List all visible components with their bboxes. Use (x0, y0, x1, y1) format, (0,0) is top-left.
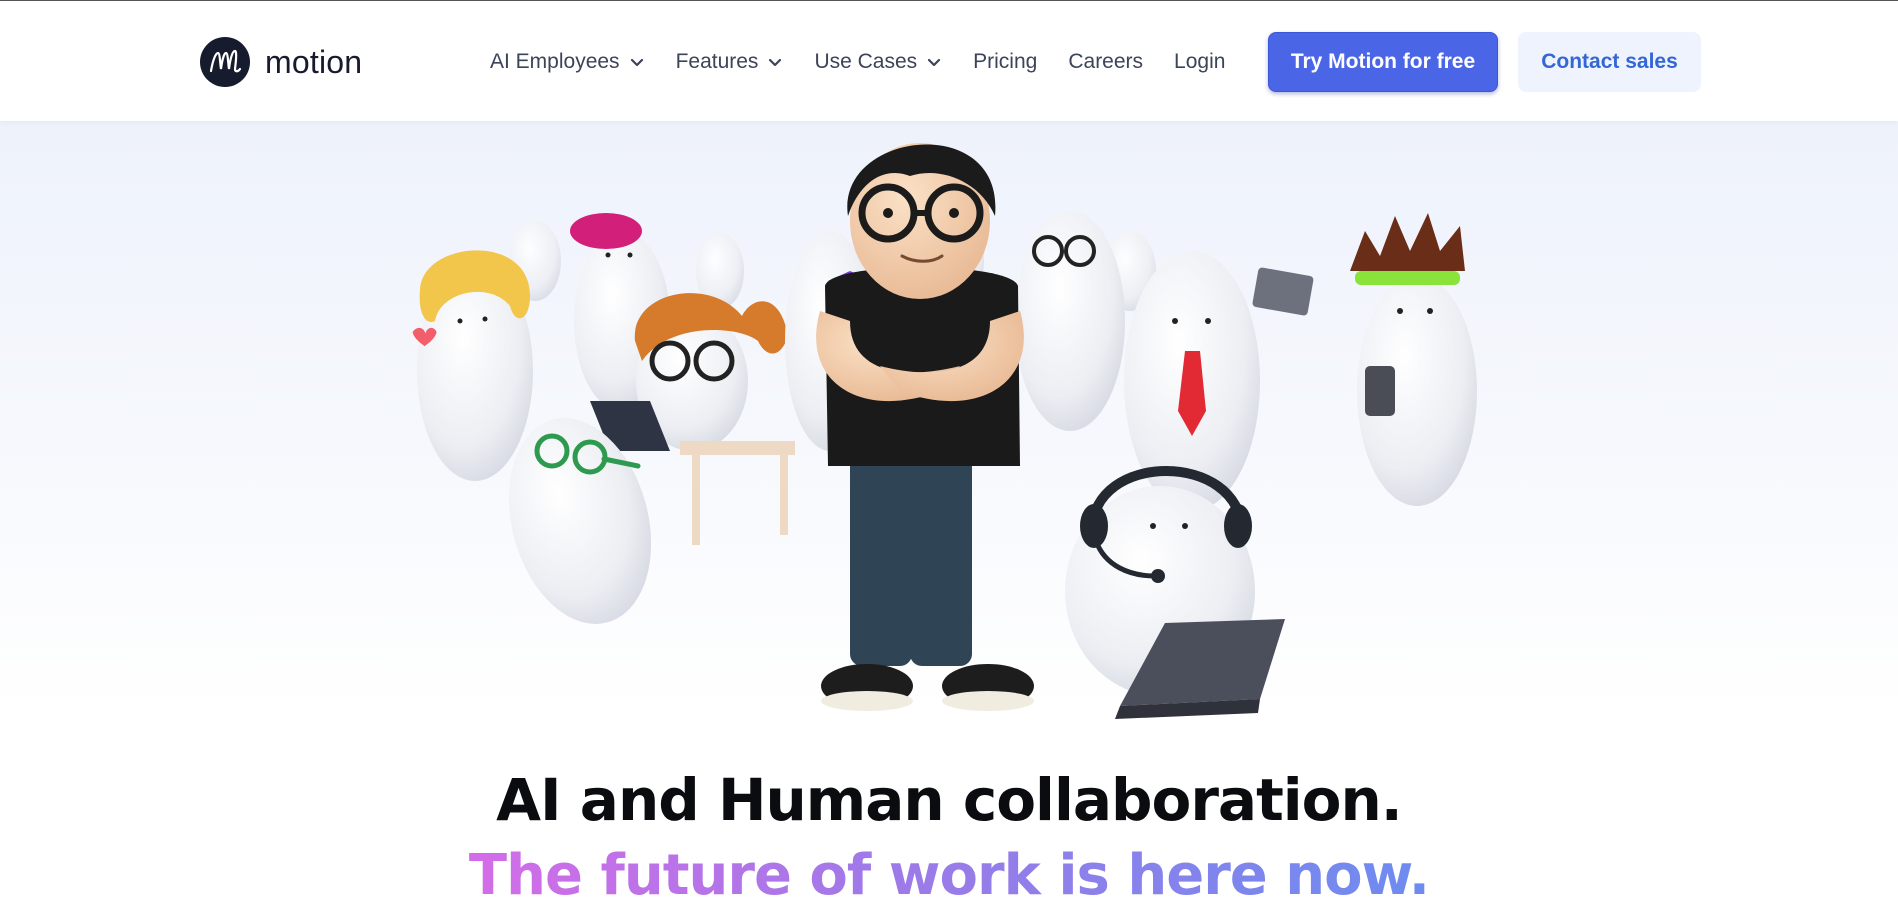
contact-sales-button[interactable]: Contact sales (1518, 32, 1701, 92)
nav-label: Pricing (973, 50, 1038, 73)
character-round-glasses (1015, 211, 1125, 431)
brand-logo[interactable]: motion (200, 37, 362, 87)
nav-use-cases[interactable]: Use Cases (814, 50, 942, 74)
main-nav: AI Employees Features Use Cases Pricing … (490, 37, 1256, 87)
hero-illustration (412, 143, 1477, 719)
brand-name: motion (265, 43, 363, 80)
hero-subheadline: The future of work is here now. (0, 843, 1898, 908)
motion-logo-icon (200, 37, 250, 87)
site-header: motion AI Employees Features Use Cases P… (0, 1, 1898, 121)
nav-ai-employees[interactable]: AI Employees (490, 50, 645, 74)
chevron-down-icon (928, 58, 941, 67)
chevron-down-icon (630, 58, 643, 67)
character-blonde (412, 250, 533, 481)
nav-label: Login (1174, 50, 1226, 73)
hero-section: AI and Human collaboration. The future o… (0, 121, 1898, 910)
nav-features[interactable]: Features (676, 50, 784, 74)
hero-subheadline-text: The future of work is here now. (468, 843, 1430, 908)
nav-pricing[interactable]: Pricing (973, 50, 1037, 74)
nav-label: Use Cases (814, 50, 918, 73)
try-motion-button[interactable]: Try Motion for free (1268, 32, 1498, 92)
nav-login[interactable]: Login (1174, 50, 1225, 74)
nav-label: Features (675, 50, 759, 73)
nav-label: Careers (1068, 50, 1144, 73)
nav-careers[interactable]: Careers (1068, 50, 1143, 74)
character-headset (1065, 466, 1285, 719)
chevron-down-icon (769, 58, 782, 67)
hero-headline: AI and Human collaboration. (496, 766, 1403, 834)
character-human (816, 143, 1034, 711)
nav-label: AI Employees (490, 50, 620, 73)
character-spiky-hair (1350, 213, 1477, 506)
